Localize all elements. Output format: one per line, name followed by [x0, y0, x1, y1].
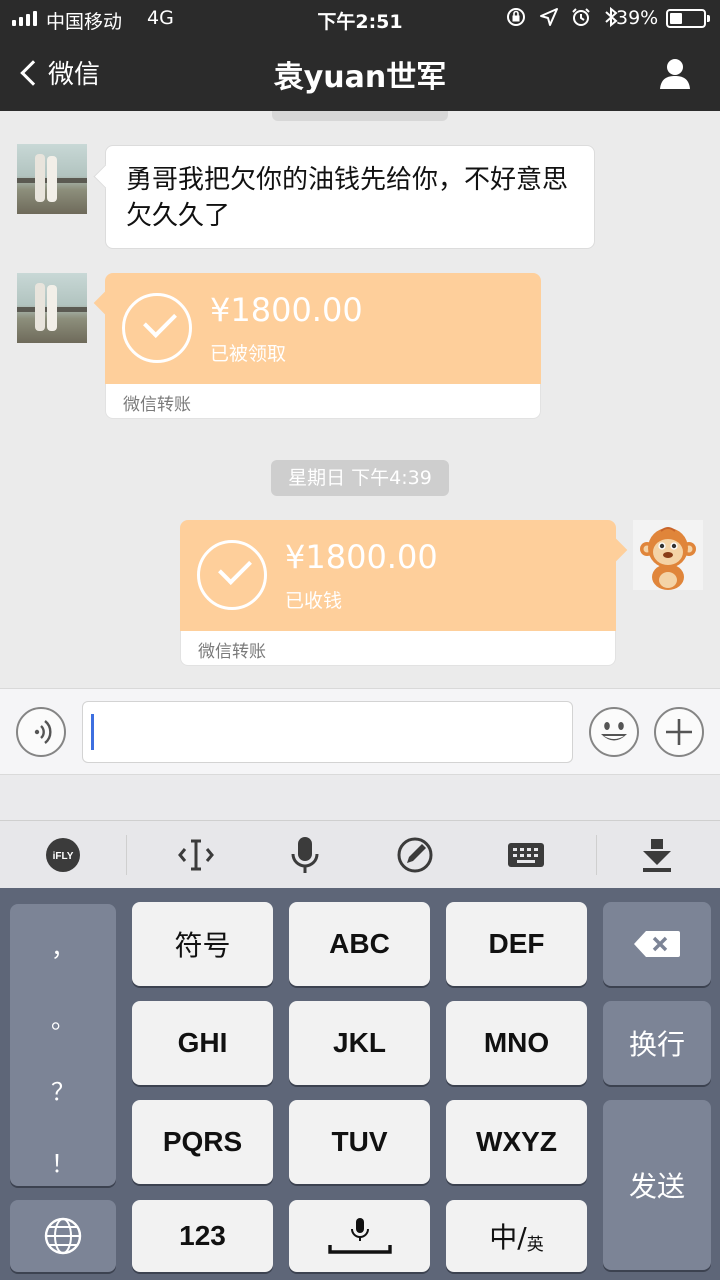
space-microphone-icon — [327, 1218, 392, 1254]
emoji-button[interactable] — [589, 707, 639, 757]
key-def[interactable]: DEF — [446, 902, 587, 986]
message-input-bar — [0, 688, 720, 774]
chat-title: 袁yuan世军 — [273, 60, 447, 95]
transfer-card-received[interactable]: ¥1800.00 已被领取 微信转账 — [105, 273, 541, 419]
battery-percentage: 39% — [616, 7, 659, 29]
message-text: 勇哥我把欠你的油钱先给你，不好意思欠久久了 — [126, 165, 569, 231]
voice-wave-icon — [34, 720, 52, 744]
transfer-amount: ¥1800.00 — [210, 291, 363, 329]
microphone-icon[interactable] — [285, 835, 325, 875]
location-arrow-icon — [540, 8, 559, 26]
transfer-card-sent[interactable]: ¥1800.00 已收钱 微信转账 — [180, 520, 616, 666]
rotation-lock-icon — [507, 8, 525, 26]
ifly-label: iFLY — [53, 851, 74, 862]
navigation-bar: 微信 袁yuan世军 — [0, 38, 720, 111]
punctuation-key[interactable]: ？ — [10, 1072, 116, 1107]
key-wxyz[interactable]: WXYZ — [446, 1100, 587, 1184]
punctuation-column[interactable]: ， 。 ？ ！ — [10, 904, 116, 1186]
message-input[interactable] — [82, 701, 573, 763]
checkmark-circle-icon — [122, 293, 192, 363]
delete-key[interactable] — [603, 902, 711, 986]
text-caret — [91, 714, 94, 750]
punctuation-key[interactable]: 。 — [10, 1000, 116, 1035]
my-avatar[interactable] — [633, 520, 703, 590]
ifly-logo-icon[interactable]: iFLY — [43, 835, 83, 875]
contact-avatar[interactable] — [17, 144, 87, 214]
battery-fill — [670, 13, 682, 24]
backspace-icon — [634, 931, 680, 957]
key-tuv[interactable]: TUV — [289, 1100, 430, 1184]
status-icons — [505, 6, 619, 29]
key-jkl[interactable]: JKL — [289, 1001, 430, 1085]
checkmark-circle-icon — [197, 540, 267, 610]
profile-icon[interactable] — [658, 56, 692, 90]
contact-avatar[interactable] — [17, 273, 87, 343]
keyboard: ， 。 ？ ！ 符号 ABC DEF GHI JKL MNO 换行 PQRS T… — [0, 888, 720, 1280]
globe-key[interactable] — [10, 1200, 116, 1272]
transfer-status: 已收钱 — [285, 590, 343, 612]
battery-icon — [666, 9, 710, 28]
message-bubble[interactable]: 勇哥我把欠你的油钱先给你，不好意思欠久久了 — [105, 145, 595, 249]
punctuation-key[interactable]: ， — [10, 928, 116, 963]
transfer-label: 微信转账 — [123, 395, 191, 415]
chat-area[interactable]: 勇哥我把欠你的油钱先给你，不好意思欠久久了 ¥1800.00 已被领取 微信转账… — [0, 111, 720, 688]
keyboard-icon[interactable] — [506, 835, 546, 875]
key-mno[interactable]: MNO — [446, 1001, 587, 1085]
key-abc[interactable]: ABC — [289, 902, 430, 986]
more-options-button[interactable] — [654, 707, 704, 757]
timestamp-pill: 星期日 下午4:39 — [271, 460, 449, 496]
space-key[interactable] — [289, 1200, 430, 1272]
language-sub-label: 英 — [526, 1234, 544, 1255]
send-key[interactable]: 发送 — [603, 1100, 711, 1270]
newline-key[interactable]: 换行 — [603, 1001, 711, 1085]
keyboard-candidate-area — [0, 774, 720, 820]
monkey-avatar-icon — [640, 527, 696, 590]
status-bar: 中国移动 4G 下午2:51 39% — [0, 0, 720, 38]
hide-keyboard-icon[interactable] — [637, 835, 677, 875]
keyboard-toolbar: iFLY — [0, 820, 720, 888]
numbers-key[interactable]: 123 — [132, 1200, 273, 1272]
key-ghi[interactable]: GHI — [132, 1001, 273, 1085]
punctuation-key[interactable]: ！ — [10, 1144, 116, 1179]
plus-icon — [666, 719, 692, 745]
key-pqrs[interactable]: PQRS — [132, 1100, 273, 1184]
smiley-face-icon — [601, 722, 627, 741]
pen-icon[interactable] — [395, 835, 435, 875]
previous-timestamp-pill — [272, 111, 448, 121]
transfer-status: 已被领取 — [210, 343, 287, 365]
transfer-amount: ¥1800.00 — [285, 538, 438, 576]
cursor-move-icon[interactable] — [176, 835, 216, 875]
voice-toggle-button[interactable] — [16, 707, 66, 757]
alarm-clock-icon — [572, 8, 590, 26]
transfer-label: 微信转账 — [198, 642, 266, 662]
language-main-label: 中/ — [489, 1221, 527, 1254]
symbols-key[interactable]: 符号 — [132, 902, 273, 986]
top-bar: 中国移动 4G 下午2:51 39% 微信 袁yuan世军 — [0, 0, 720, 111]
globe-icon — [44, 1217, 82, 1255]
language-switch-key[interactable]: 中/英 — [446, 1200, 587, 1272]
